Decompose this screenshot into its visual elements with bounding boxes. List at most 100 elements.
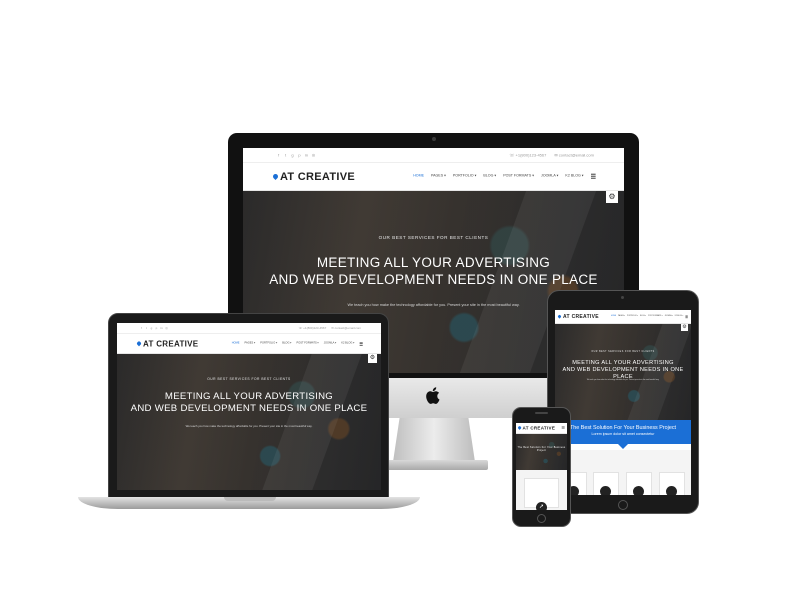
nav-item-joomla[interactable]: JOOMLA ▾ [665, 315, 673, 319]
logo-text: AT CREATIVE [143, 339, 199, 348]
rocket-icon: ➚ [536, 502, 547, 510]
feature-icon [633, 486, 644, 495]
site-logo[interactable]: AT CREATIVE [517, 425, 556, 431]
linkedin-icon[interactable]: in [303, 153, 310, 158]
feature-cards [555, 450, 691, 495]
phone-speaker [535, 412, 548, 414]
hero-description: We teach you how make the technology aff… [586, 380, 660, 381]
hero-title-line-1: MEETING ALL YOUR ADVERTISING [316, 255, 551, 270]
site-logo[interactable]: AT CREATIVE [557, 313, 599, 320]
hero-banner: ⚙ OUR BEST SERVICES FOR BEST CLIENTS MEE… [117, 354, 381, 490]
solution-title: The Best Solution For Your Business Proj… [569, 425, 677, 431]
topbar: f t g p in ◎ ☏ +1(800)123-4567 ✉ contact… [243, 148, 624, 163]
hamburger-menu-icon[interactable]: ☰ [359, 341, 363, 346]
instagram-icon[interactable]: ◎ [164, 326, 169, 330]
logo-text: AT CREATIVE [563, 313, 599, 320]
imac-stand-neck [393, 418, 475, 462]
main-navbar: AT CREATIVE HOME PAGES ▾ PORTFOLIO ▾ BLO… [243, 163, 624, 191]
nav-item-portfolio[interactable]: PORTFOLIO ▾ [627, 315, 638, 319]
tablet-screen: AT CREATIVE HOME PAGES ▾ PORTFOLIO ▾ BLO… [555, 310, 691, 495]
site-logo[interactable]: AT CREATIVE [271, 170, 356, 183]
tablet-camera [621, 296, 624, 299]
nav-item-pages[interactable]: PAGES ▾ [618, 315, 625, 319]
hero-banner: ⚙ OUR BEST SERVICES FOR BEST CLIENTS MEE… [555, 324, 691, 420]
laptop-opening-notch [224, 497, 276, 501]
social-links: f t g p in ◎ [275, 153, 317, 158]
nav-item-post-formats[interactable]: POST FORMATS ▾ [648, 315, 662, 319]
settings-gear-icon[interactable]: ⚙ [606, 191, 618, 203]
phone-screen: AT CREATIVE ☰ The Best Solution For Your… [516, 423, 567, 510]
facebook-icon[interactable]: f [275, 153, 282, 158]
contact-info: ☏ +1(800)123-4567 ✉ contact@email.com [299, 326, 361, 330]
nav-item-k2-blog[interactable]: K2 BLOG ▾ [565, 173, 583, 180]
map-pin-icon [136, 340, 142, 347]
solution-pointer [618, 444, 628, 449]
twitter-icon[interactable]: t [282, 153, 289, 158]
nav-item-pages[interactable]: PAGES ▾ [431, 173, 446, 180]
nav-item-blog[interactable]: BLOG ▾ [282, 341, 291, 346]
hero-subtitle: OUR BEST SERVICES FOR BEST CLIENTS [378, 235, 489, 240]
social-links: f t g p in ◎ [139, 326, 169, 330]
phone-number[interactable]: ☏ +1(800)123-4567 [299, 326, 327, 330]
nav-item-portfolio[interactable]: PORTFOLIO ▾ [453, 173, 477, 180]
solution-subtitle: Lorem ipsum dolor sit amet consectetur [591, 432, 655, 436]
nav-item-post-formats[interactable]: POST FORMATS ▾ [296, 341, 318, 346]
hamburger-menu-icon[interactable]: ☰ [685, 315, 688, 319]
imac-camera [432, 137, 436, 141]
email-address[interactable]: ✉ contact@email.com [331, 326, 361, 330]
settings-gear-icon[interactable]: ⚙ [368, 354, 377, 363]
nav-menu: HOME PAGES ▾ PORTFOLIO ▾ BLOG ▾ POST FOR… [413, 173, 596, 180]
nav-item-portfolio[interactable]: PORTFOLIO ▾ [260, 341, 277, 346]
nav-item-home[interactable]: HOME [611, 315, 616, 319]
hero-subtitle: OUR BEST SERVICES FOR BEST CLIENTS [591, 351, 655, 353]
email-address[interactable]: ✉ contact@email.com [554, 153, 594, 158]
hero-title: MEETING ALL YOUR ADVERTISING AND WEB DEV… [243, 255, 624, 289]
nav-menu: HOME PAGES ▾ PORTFOLIO ▾ BLOG ▾ POST FOR… [232, 341, 363, 346]
map-pin-icon [517, 426, 522, 430]
nav-item-joomla[interactable]: JOOMLA ▾ [324, 341, 337, 346]
contact-info: ☏ +1(800)123-4567 ✉ contact@email.com [509, 153, 594, 158]
feature-icon [600, 486, 611, 495]
pinterest-icon[interactable]: p [296, 153, 303, 158]
phone-number[interactable]: ☏ +1(800)123-4567 [509, 153, 546, 158]
nav-item-pages[interactable]: PAGES ▾ [245, 341, 256, 346]
hero-title-line-2: AND WEB DEVELOPMENT NEEDS IN ONE PLACE [130, 402, 368, 414]
topbar: f t g p in ◎ ☏ +1(800)123-4567 ✉ contact… [117, 323, 381, 334]
nav-item-k2-blog[interactable]: K2 BLOG ▾ [675, 315, 684, 319]
nav-item-home[interactable]: HOME [232, 341, 240, 346]
main-navbar: AT CREATIVE HOME PAGES ▾ PORTFOLIO ▾ BLO… [555, 310, 691, 324]
nav-item-k2-blog[interactable]: K2 BLOG ▾ [341, 341, 354, 346]
hero-banner: The Best Solution For Your Business Proj… [516, 434, 567, 470]
hero-title-line-2: AND WEB DEVELOPMENT NEEDS IN ONE PLACE [269, 271, 598, 287]
hero-description: We teach you how make the technology aff… [185, 424, 313, 428]
hero-light-stripe [262, 354, 362, 490]
nav-item-blog[interactable]: BLOG ▾ [483, 173, 496, 180]
hero-title: MEETING ALL YOUR ADVERTISING AND WEB DEV… [117, 391, 381, 415]
hero-title: MEETING ALL YOUR ADVERTISING AND WEB DEV… [555, 360, 691, 381]
map-pin-icon [271, 172, 280, 181]
main-navbar: AT CREATIVE HOME PAGES ▾ PORTFOLIO ▾ BLO… [117, 334, 381, 354]
phone-content: ➚ [516, 470, 567, 510]
nav-item-joomla[interactable]: JOOMLA ▾ [541, 173, 558, 180]
nav-item-post-formats[interactable]: POST FORMATS ▾ [503, 173, 534, 180]
feature-icon [666, 486, 677, 495]
apple-logo-icon [426, 387, 440, 404]
main-navbar: AT CREATIVE ☰ [516, 423, 567, 434]
nav-item-blog[interactable]: BLOG ▾ [640, 315, 646, 319]
nav-item-home[interactable]: HOME [413, 173, 424, 180]
google-plus-icon[interactable]: g [289, 153, 296, 158]
site-logo[interactable]: AT CREATIVE [136, 339, 199, 348]
laptop-screen: f t g p in ◎ ☏ +1(800)123-4567 ✉ contact… [117, 323, 381, 490]
settings-gear-icon[interactable]: ⚙ [681, 324, 688, 331]
hero-subtitle: OUR BEST SERVICES FOR BEST CLIENTS [207, 377, 291, 381]
hero-title-line-1: MEETING ALL YOUR ADVERTISING [164, 391, 334, 402]
logo-text: AT CREATIVE [280, 170, 356, 183]
instagram-icon[interactable]: ◎ [310, 153, 317, 158]
hamburger-menu-icon[interactable]: ☰ [591, 173, 596, 180]
phone-hero-text: The Best Solution For Your Business Proj… [517, 447, 566, 452]
nav-menu: HOME PAGES ▾ PORTFOLIO ▾ BLOG ▾ POST FOR… [611, 315, 688, 319]
solution-banner: The Best Solution For Your Business Proj… [555, 420, 691, 444]
logo-text: AT CREATIVE [522, 425, 556, 431]
hamburger-menu-icon[interactable]: ☰ [561, 425, 565, 430]
hero-title-line-1: MEETING ALL YOUR ADVERTISING [572, 360, 674, 366]
